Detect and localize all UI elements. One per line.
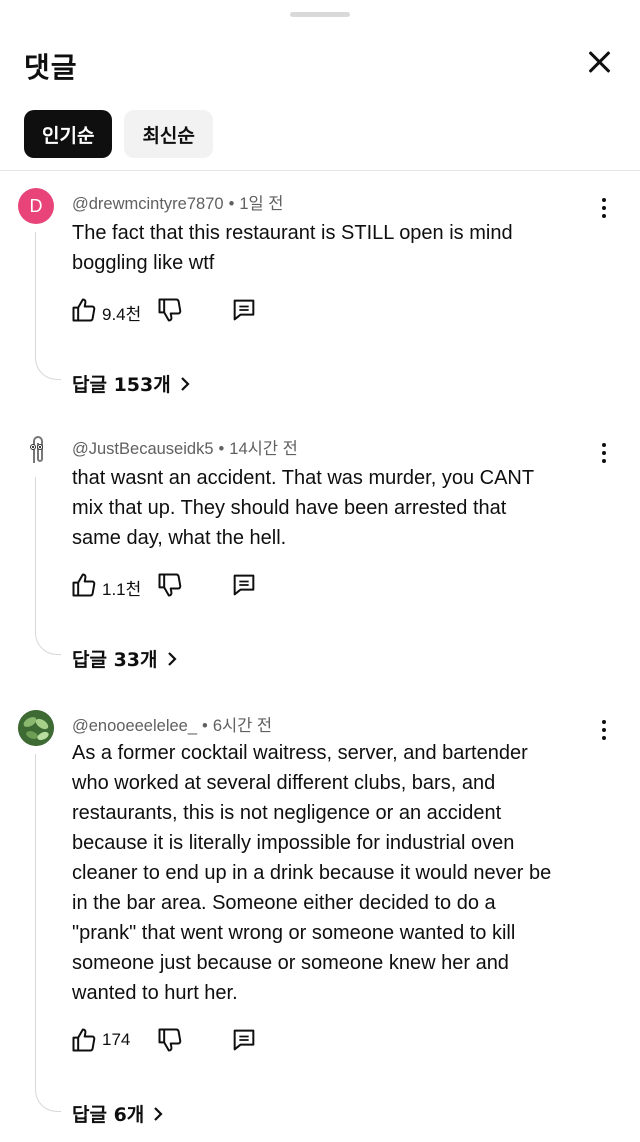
comment-author[interactable]: @JustBecauseidk5 [72,440,214,458]
comment-line: that wasnt an accident. That was murder,… [72,467,535,489]
comment-time: 1일 전 [239,195,284,213]
comment-line: mix that up. They should have been arres… [72,497,507,519]
comment-text: that wasnt an accident. That was murder,… [72,463,602,553]
comment-text: The fact that this restaurant is STILL o… [72,218,602,278]
replies-label: 답글 33개 [72,649,158,671]
dislike-icon[interactable] [156,296,184,324]
comment-line: who worked at several different clubs, b… [72,772,496,794]
comment-line: same day, what the hell. [72,527,287,549]
comment-line: boggling like wtf [72,252,215,274]
like-count: 1.1천 [102,580,142,599]
comment-line: cleaner to end up in a drink because it … [72,862,552,884]
view-replies-button[interactable]: 답글 153개 [72,370,191,397]
comment-author[interactable]: @drewmcintyre7870 [72,195,224,213]
avatar[interactable] [18,433,54,469]
comment-line: The fact that this restaurant is STILL o… [72,222,513,244]
comments-header: 댓글 [0,40,640,90]
comment-line: because it is literally impossible for i… [72,832,515,854]
more-options-icon[interactable] [594,441,614,465]
dislike-icon[interactable] [156,571,184,599]
comment-meta: @drewmcintyre7870 • 1일 전 [72,195,284,213]
sort-chips: 인기순 최신순 [24,110,213,158]
chevron-right-icon [180,376,190,391]
replies-label: 답글 6개 [72,1104,145,1126]
thread-line [35,477,61,655]
page-title: 댓글 [24,51,78,84]
close-icon[interactable] [582,46,616,80]
divider [0,170,640,171]
dislike-icon[interactable] [156,1026,184,1054]
sort-newest-chip[interactable]: 최신순 [124,110,213,158]
like-icon[interactable] [70,296,98,324]
replies-label: 답글 153개 [72,374,171,396]
comment-actions: 1.1천 [70,571,290,601]
comment-meta: @enooeeelelee_ • 6시간 전 [72,717,273,735]
comment-text: As a former cocktail waitress, server, a… [72,738,602,1008]
sort-popular-chip[interactable]: 인기순 [24,110,113,158]
thread-line [35,232,61,380]
view-replies-button[interactable]: 답글 33개 [72,645,178,672]
comment-time: 6시간 전 [212,717,273,735]
comment-author[interactable]: @enooeeelelee_ [72,717,197,735]
comment-line: "prank" that went wrong or someone wante… [72,922,516,944]
comment-actions: 9.4천 [70,296,290,326]
paperclip-avatar-icon [30,436,43,463]
drag-handle[interactable] [290,12,350,17]
more-options-icon[interactable] [594,196,614,220]
comment-meta: @JustBecauseidk5 • 14시간 전 [72,440,298,458]
leaf-avatar-icon [18,710,54,746]
chevron-right-icon [167,651,177,666]
reply-icon[interactable] [230,571,258,599]
reply-icon[interactable] [230,296,258,324]
like-count: 9.4천 [102,305,142,324]
avatar[interactable] [18,710,54,746]
like-count: 174 [102,1030,131,1049]
comment-line: wanted to hurt her. [72,982,238,1004]
chevron-right-icon [154,1106,163,1121]
comment-actions: 174 [70,1026,290,1056]
view-replies-button[interactable]: 답글 6개 [72,1100,164,1127]
like-icon[interactable] [70,1026,98,1054]
like-icon[interactable] [70,571,98,599]
avatar[interactable]: D [18,188,54,224]
comment-line: restaurants, this is not negligence or a… [72,802,502,824]
comment-time: 14시간 전 [229,440,298,458]
comment-line: in the bar area. Someone either decided … [72,892,496,914]
thread-line [35,754,61,1112]
comment-line: someone just because or someone knew her… [72,952,509,974]
comment-line: As a former cocktail waitress, server, a… [72,742,528,764]
reply-icon[interactable] [230,1026,258,1054]
